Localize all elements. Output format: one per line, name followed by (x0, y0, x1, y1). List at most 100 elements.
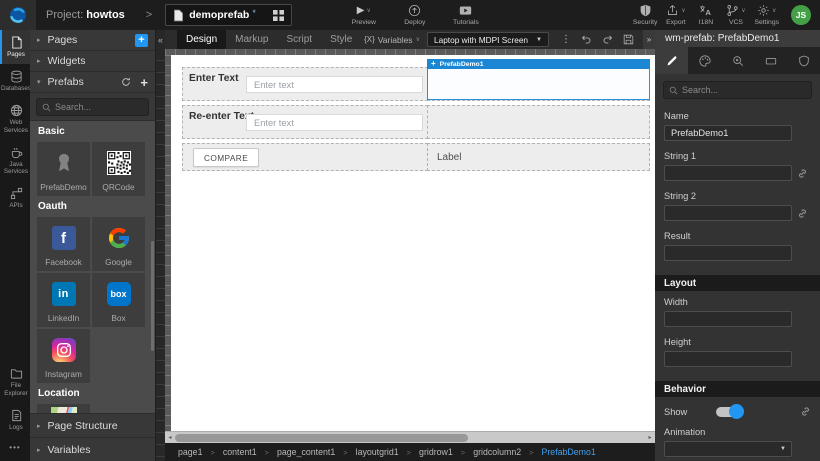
tutorials-button[interactable]: Tutorials (448, 4, 484, 26)
scroll-right-icon[interactable]: ▸ (645, 434, 655, 441)
panel-scrollbar[interactable] (151, 241, 154, 351)
tab-security[interactable] (787, 47, 820, 74)
undo-button[interactable] (576, 34, 597, 45)
compare-button[interactable]: COMPARE (193, 148, 259, 167)
bind-string1-button[interactable] (797, 168, 808, 179)
prefab-tile-facebook[interactable]: f Facebook (37, 217, 90, 271)
prefab-selection-header[interactable]: + PrefabDemo1 (427, 59, 650, 69)
string1-label: String 1 (664, 151, 811, 161)
refresh-prefabs-button[interactable] (121, 77, 131, 87)
rail-item-java-services[interactable]: Java Services (0, 140, 30, 181)
prefab-tile-instagram[interactable]: Instagram (37, 329, 90, 383)
collapse-panel-button[interactable]: « (156, 30, 165, 45)
section-variables[interactable]: ▸ Variables (30, 437, 155, 461)
breadcrumb-item[interactable]: gridrow1 (419, 447, 453, 457)
deploy-button[interactable]: Deploy (397, 4, 433, 26)
grid-cell-reentertext[interactable]: Re-enter Text (182, 105, 428, 139)
tab-properties[interactable] (655, 47, 688, 74)
breadcrumb-item[interactable]: page_content1 (277, 447, 335, 457)
rail-item-web-services[interactable]: Web Services (0, 98, 30, 139)
prefab-tile-prefabdemo[interactable]: PrefabDemo (37, 142, 90, 196)
scrollbar-thumb[interactable] (175, 434, 468, 442)
breadcrumb-item-active[interactable]: PrefabDemo1 (542, 447, 596, 457)
add-page-button[interactable]: + (135, 34, 148, 47)
breadcrumb-item[interactable]: page1 (178, 447, 202, 457)
tab-styles[interactable] (688, 47, 721, 74)
user-avatar[interactable]: JS (791, 5, 811, 25)
string1-input[interactable] (664, 165, 792, 181)
grid-cell-label[interactable]: Label (427, 143, 650, 171)
more-options-icon[interactable]: ••• (0, 437, 30, 461)
result-input[interactable] (664, 245, 792, 261)
tab-script[interactable]: Script (278, 30, 322, 49)
tab-device[interactable] (754, 47, 787, 74)
export-button[interactable]: ∨ Export (664, 4, 687, 26)
animation-select[interactable]: ▼ (664, 441, 792, 457)
prefab-tile-box[interactable]: box Box (92, 273, 145, 327)
prefab-tile-qrcode[interactable]: QRCode (92, 142, 145, 196)
prefab-widget-body[interactable] (427, 69, 650, 100)
breadcrumb-item[interactable]: content1 (223, 447, 257, 457)
tab-style[interactable]: Style (321, 30, 361, 49)
rail-item-pages[interactable]: Pages (0, 30, 30, 64)
breadcrumb-item[interactable]: gridcolumn2 (473, 447, 521, 457)
page-selector[interactable]: demoprefab * (165, 4, 292, 26)
prefab-tile-map[interactable] (37, 404, 90, 413)
variables-button[interactable]: {X} Variables ∨ (364, 35, 420, 45)
add-prefab-button[interactable]: + (140, 76, 148, 89)
security-button[interactable]: Security (633, 4, 658, 26)
pages-grid-icon[interactable] (273, 10, 284, 21)
horizontal-scrollbar[interactable]: ◂ ▸ (165, 431, 655, 443)
i18n-button[interactable]: A I18N (694, 4, 717, 26)
rail-item-databases[interactable]: Databases (0, 64, 30, 98)
bind-show-button[interactable] (800, 406, 811, 417)
reentertext-input[interactable] (246, 114, 423, 131)
move-icon[interactable]: + (431, 60, 436, 68)
grid-cell-prefab[interactable]: + PrefabDemo1 (427, 67, 650, 101)
kebab-menu-icon[interactable]: ⋮ (556, 34, 576, 45)
settings-button[interactable]: ∨ Settings (754, 4, 779, 26)
field-height: Height (655, 331, 820, 367)
grid-cell-empty[interactable] (427, 105, 650, 139)
prefab-tile-linkedin[interactable]: in LinkedIn (37, 273, 90, 327)
expand-toolbar-button[interactable]: » (643, 30, 655, 49)
facebook-icon: f (52, 226, 76, 250)
tab-inspect[interactable] (721, 47, 754, 74)
section-widgets[interactable]: ▸ Widgets (30, 51, 155, 72)
string2-input[interactable] (664, 205, 792, 221)
tab-markup[interactable]: Markup (226, 30, 277, 49)
vcs-button[interactable]: ∨ VCS (724, 4, 747, 26)
grid-cell-entertext[interactable]: Enter Text (182, 67, 428, 101)
height-input[interactable] (664, 351, 792, 367)
scroll-left-icon[interactable]: ◂ (165, 434, 175, 441)
section-page-structure[interactable]: ▸ Page Structure (30, 413, 155, 437)
rail-item-logs[interactable]: Logs (0, 403, 30, 437)
label-widget[interactable]: Label (437, 152, 461, 163)
prefab-search-input[interactable] (55, 102, 143, 112)
width-input[interactable] (664, 311, 792, 327)
project-name[interactable]: howtos (86, 9, 125, 21)
save-button[interactable] (618, 34, 639, 45)
rail-label: File Explorer (2, 382, 30, 396)
device-selector[interactable]: Laptop with MDPI Screen ▼ (427, 32, 549, 47)
breadcrumb-item[interactable]: layoutgrid1 (356, 447, 399, 457)
logs-icon (10, 409, 23, 422)
rail-item-apis[interactable]: APIs (0, 181, 30, 215)
name-input[interactable] (664, 125, 792, 141)
field-result: Result (655, 225, 820, 261)
selected-prefab[interactable]: + PrefabDemo1 (427, 59, 650, 100)
section-pages[interactable]: ▸ Pages + (30, 30, 155, 51)
app-logo[interactable] (0, 0, 36, 30)
show-toggle[interactable] (716, 407, 742, 417)
entertext-input[interactable] (246, 76, 423, 93)
prefab-tile-google[interactable]: Google (92, 217, 145, 271)
preview-button[interactable]: ▶ ∨ Preview (346, 4, 382, 26)
redo-button[interactable] (597, 34, 618, 45)
rail-item-file-explorer[interactable]: File Explorer (0, 361, 30, 402)
bind-string2-button[interactable] (797, 208, 808, 219)
tab-design[interactable]: Design (177, 30, 226, 49)
page-canvas[interactable]: Enter Text + PrefabDemo1 (171, 55, 655, 431)
grid-cell-button[interactable]: COMPARE (182, 143, 428, 171)
properties-search-input[interactable] (682, 85, 806, 95)
section-prefabs[interactable]: ▾ Prefabs + (30, 72, 155, 93)
